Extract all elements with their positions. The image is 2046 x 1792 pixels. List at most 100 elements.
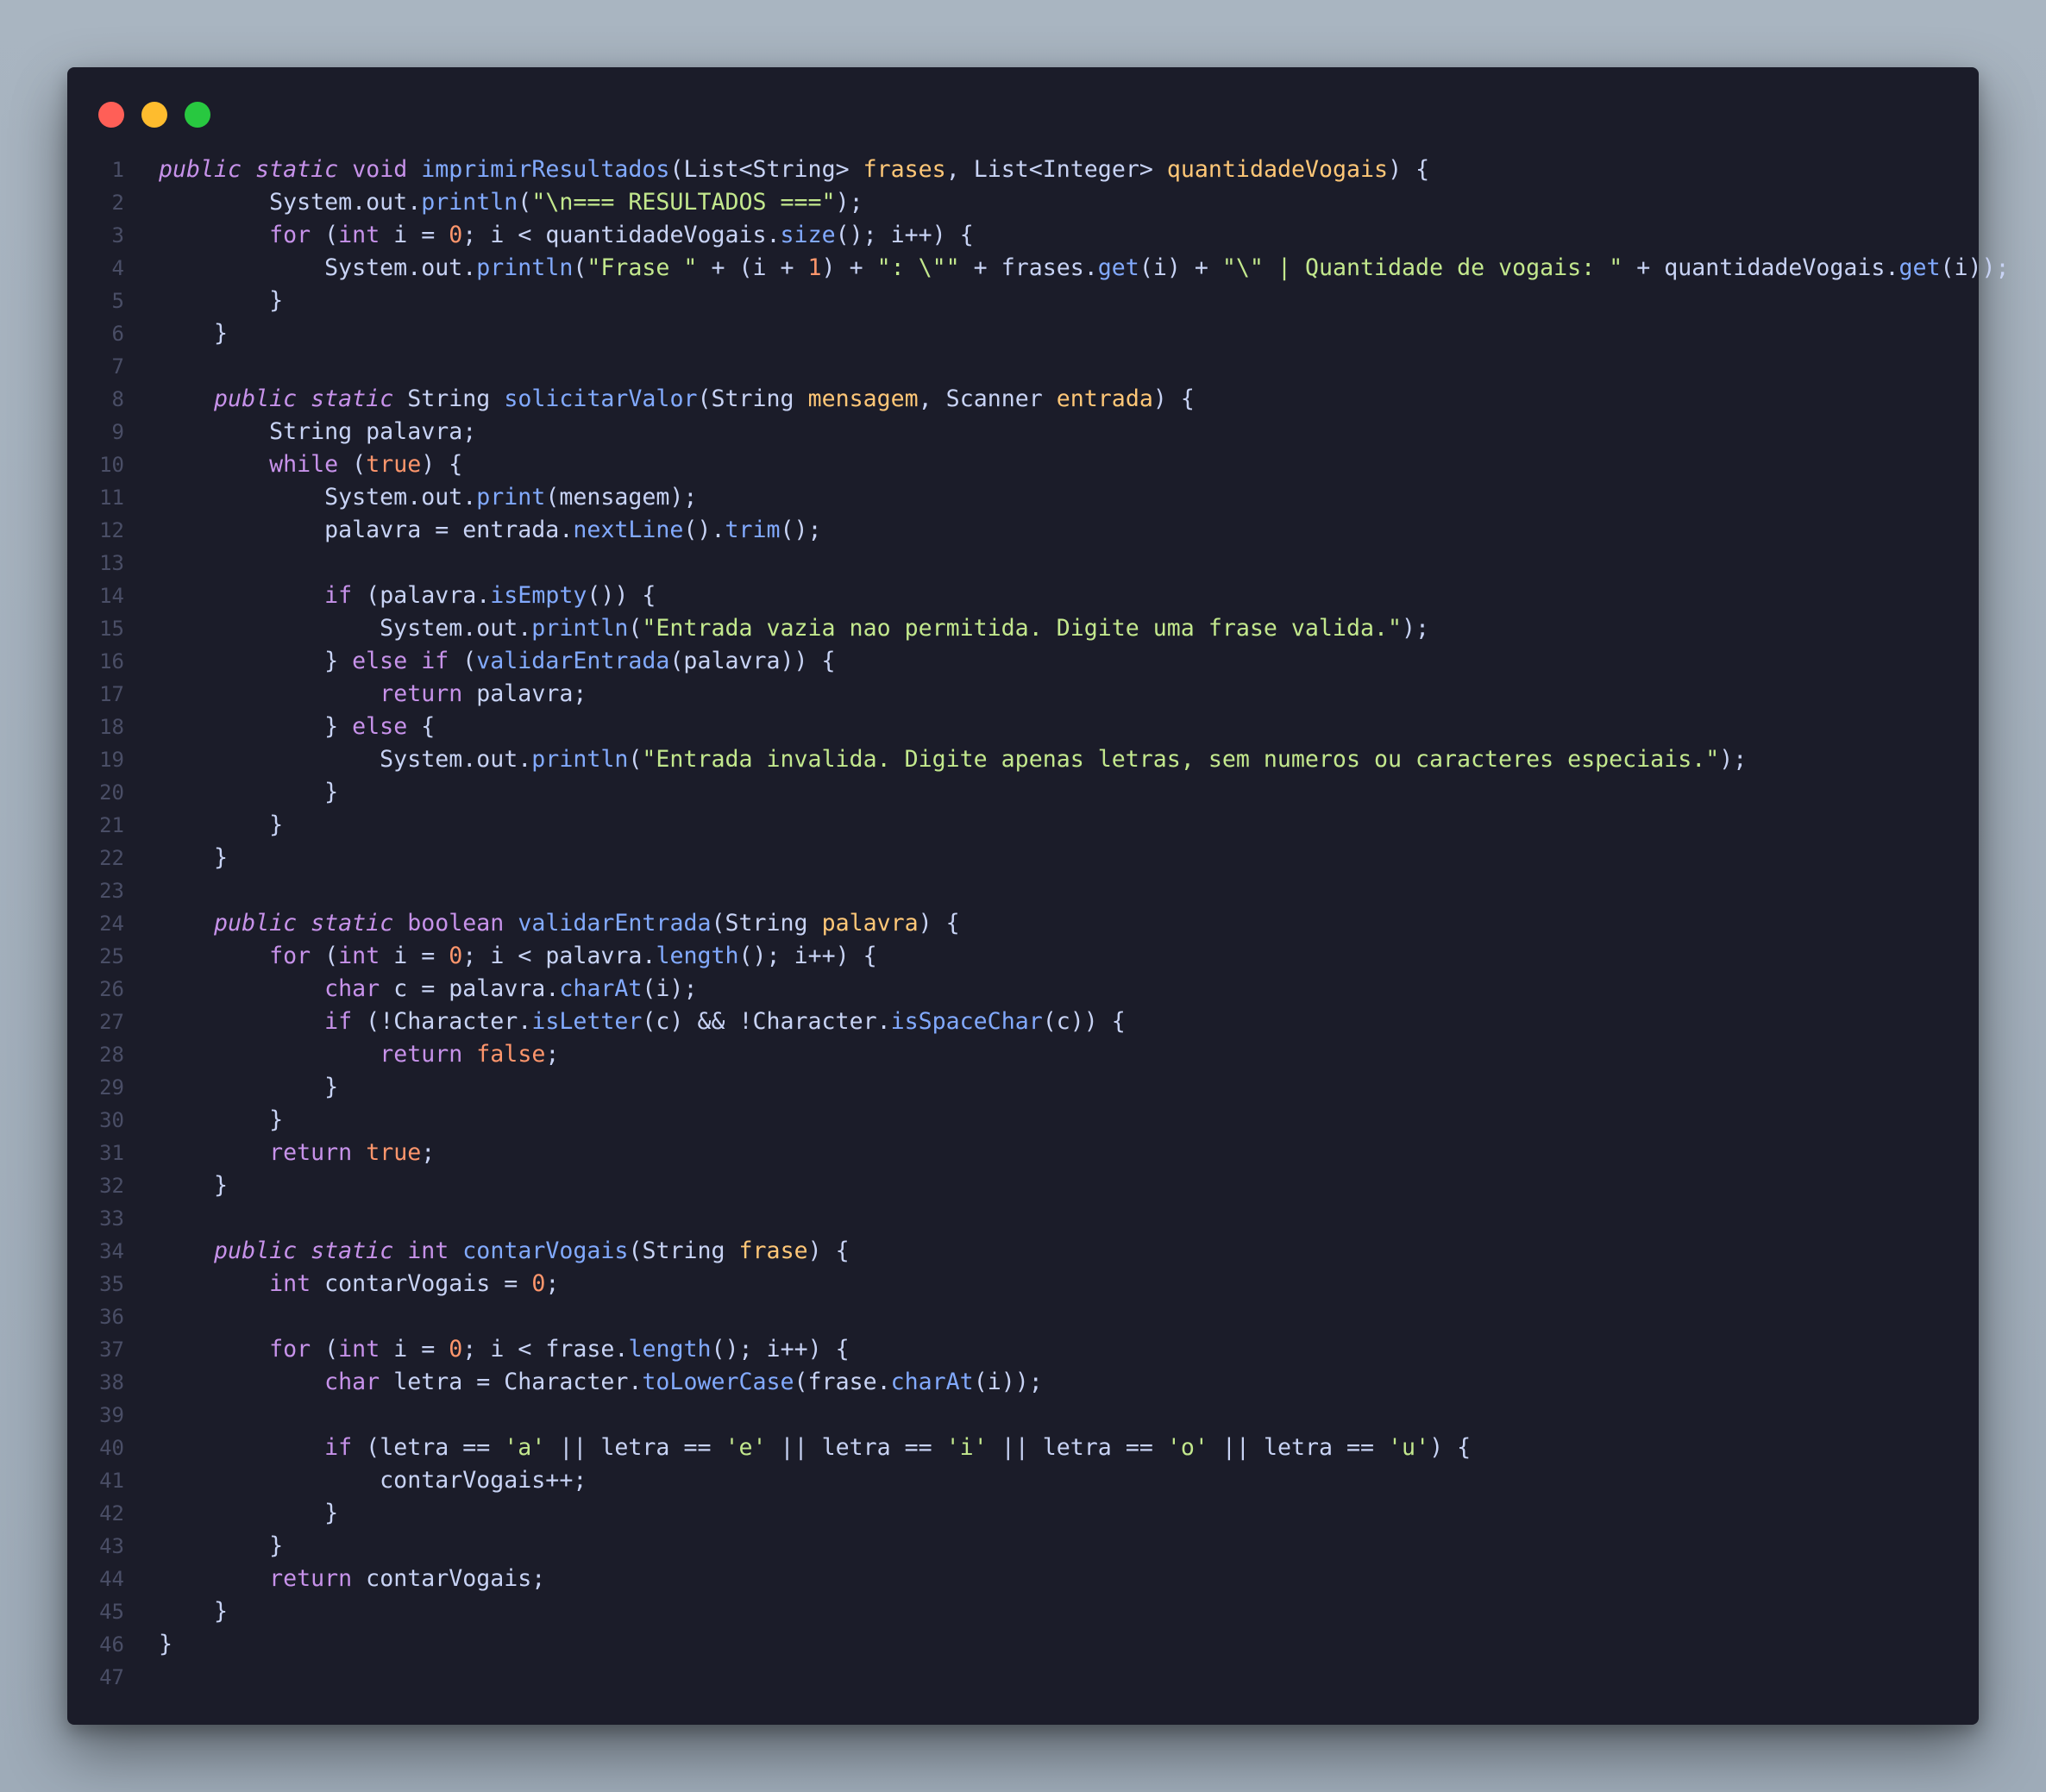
code-token: ( — [628, 615, 643, 642]
code-token: 'u' — [1388, 1434, 1430, 1461]
line-number: 13 — [99, 551, 124, 575]
code-token: validarEntrada — [476, 648, 670, 674]
code-line: 45 } — [67, 1595, 1979, 1628]
line-number: 30 — [99, 1108, 124, 1132]
code-token: toLowerCase — [642, 1369, 794, 1395]
code-token: 'e' — [725, 1434, 767, 1461]
code-line: 23 — [67, 874, 1979, 907]
code-token: charAt — [559, 975, 643, 1002]
maximize-button[interactable] — [185, 102, 210, 128]
line-number: 42 — [99, 1501, 124, 1526]
code-line: 20 } — [67, 776, 1979, 809]
line-number: 37 — [99, 1338, 124, 1362]
code-line: 44 return contarVogais; — [67, 1563, 1979, 1595]
code-line: 38 char letra = Character.toLowerCase(fr… — [67, 1366, 1979, 1399]
line-number: 35 — [99, 1272, 124, 1296]
code-window: 1 public static void imprimirResultados(L… — [67, 67, 2010, 1725]
code-token: { — [407, 713, 436, 740]
code-token: 'o' — [1166, 1434, 1208, 1461]
code-token: ); — [835, 189, 863, 216]
code-token: frase — [738, 1237, 808, 1264]
code-line: 39 — [67, 1399, 1979, 1432]
code-token: (mensagem); — [545, 484, 698, 511]
code-token: contarVogais++; — [159, 1467, 587, 1494]
code-line: 41 contarVogais++; — [67, 1464, 1979, 1497]
code-line: 18 } else { — [67, 711, 1979, 743]
code-token: ); — [1401, 615, 1430, 642]
code-token: System.out. — [159, 189, 422, 216]
code-token: palavra — [821, 910, 919, 937]
line-number: 2 — [111, 191, 124, 215]
code-token: "\n=== RESULTADOS ===" — [531, 189, 836, 216]
code-token: (); i++) { — [711, 1336, 850, 1363]
line-number: 20 — [99, 780, 124, 805]
code-line: 29 } — [67, 1071, 1979, 1104]
code-token: "\" | Quantidade de vogais: " — [1221, 254, 1623, 281]
code-token: "Entrada vazia nao permitida. Digite uma… — [642, 615, 1402, 642]
code-token: (String — [711, 910, 822, 937]
code-line: 12 palavra = entrada.nextLine().trim(); — [67, 514, 1979, 547]
code-line: 15 System.out.println("Entrada vazia nao… — [67, 612, 1979, 645]
code-token: } — [159, 648, 353, 674]
code-token: System.out. — [159, 254, 477, 281]
code-token: int — [338, 943, 380, 969]
line-number: 44 — [99, 1567, 124, 1591]
line-number: 23 — [99, 879, 124, 903]
line-number: 29 — [99, 1075, 124, 1100]
code-line: 11 System.out.print(mensagem); — [67, 481, 1979, 514]
code-block: 1 public static void imprimirResultados(L… — [67, 154, 2009, 1694]
code-line: 26 char c = palavra.charAt(i); — [67, 973, 1979, 1006]
code-token: validarEntrada — [518, 910, 712, 937]
line-number: 27 — [99, 1010, 124, 1034]
code-line: 42 } — [67, 1497, 1979, 1530]
code-token: + (i + — [697, 254, 808, 281]
code-token: i = — [380, 1336, 449, 1363]
code-token: ( — [628, 746, 643, 773]
code-token: if — [324, 1008, 353, 1035]
code-token: ; — [545, 1041, 560, 1068]
minimize-button[interactable] — [141, 102, 167, 128]
code-token: return — [269, 1139, 353, 1166]
code-token: public — [159, 156, 242, 183]
line-number: 17 — [99, 682, 124, 706]
code-token: } — [159, 1074, 339, 1100]
code-token: ; — [421, 1139, 436, 1166]
line-number: 16 — [99, 649, 124, 674]
code-token: entrada — [1056, 385, 1153, 412]
code-token: return — [380, 680, 463, 707]
code-token: (List<String> — [669, 156, 863, 183]
code-token: , Scanner — [918, 385, 1057, 412]
code-token: System.out. — [159, 615, 532, 642]
code-token: 0 — [531, 1270, 546, 1297]
code-token: 1 — [807, 254, 822, 281]
code-token: static — [255, 156, 339, 183]
code-line: 13 — [67, 547, 1979, 580]
code-token: contarVogais — [462, 1237, 629, 1264]
code-token: ) { — [1152, 385, 1195, 412]
code-line: 28 return false; — [67, 1038, 1979, 1071]
code-token: } — [159, 1532, 284, 1559]
code-line: 19 System.out.println("Entrada invalida.… — [67, 743, 1979, 776]
code-token: int — [338, 222, 380, 248]
code-token: || letra == — [766, 1434, 946, 1461]
close-button[interactable] — [98, 102, 124, 128]
code-token: ( — [338, 451, 367, 478]
code-token: "Entrada invalida. Digite apenas letras,… — [642, 746, 1720, 773]
line-number: 31 — [99, 1141, 124, 1165]
code-token: (palavra)) { — [669, 648, 836, 674]
code-token: (palavra. — [352, 582, 491, 609]
code-line: 3 for (int i = 0; i < quantidadeVogais.s… — [67, 219, 1979, 252]
code-token: get — [1097, 254, 1139, 281]
code-token: (); i++) { — [835, 222, 974, 248]
